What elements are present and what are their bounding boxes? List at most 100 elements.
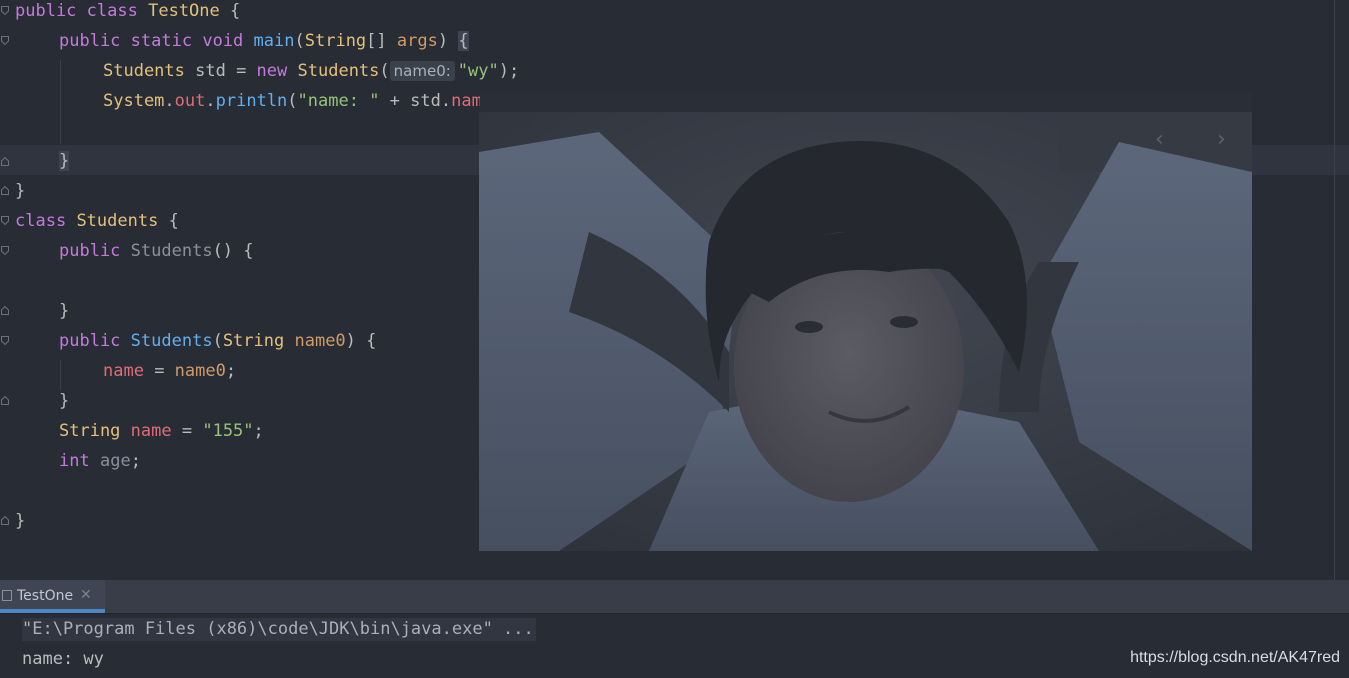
token-type: String xyxy=(304,31,367,51)
fold-gutter xyxy=(0,0,10,580)
token-keyword: class xyxy=(15,211,67,231)
code-line: public Students() { xyxy=(59,240,254,270)
token-punctuation: [] xyxy=(366,31,397,51)
token-field: out xyxy=(174,91,206,111)
run-tab-bar: TestOne ✕ xyxy=(0,580,1349,614)
fold-end-icon[interactable] xyxy=(1,516,9,525)
active-tab-indicator xyxy=(0,609,105,613)
token-punctuation: { xyxy=(219,1,241,21)
token-parameter: args xyxy=(396,31,438,51)
indent-guide xyxy=(60,60,61,144)
photo-illustration xyxy=(479,112,1252,551)
token-parameter: name0 xyxy=(294,331,346,351)
token-keyword: public xyxy=(59,241,121,261)
token-keyword: int xyxy=(59,451,90,471)
token-method-name: main xyxy=(253,31,295,51)
code-line: int age; xyxy=(59,450,141,480)
token-string: "wy" xyxy=(457,61,499,81)
token-keyword: void xyxy=(202,31,244,51)
token-punctuation: ( xyxy=(212,331,223,351)
fold-end-icon[interactable] xyxy=(1,157,9,166)
token-unused-field: age xyxy=(99,451,131,471)
code-line: } xyxy=(15,510,25,540)
fold-marker-icon[interactable] xyxy=(1,6,9,15)
token-punctuation: } xyxy=(59,301,70,321)
token-punctuation: ( xyxy=(287,91,298,111)
token-punctuation: } xyxy=(59,391,70,411)
indent-guide xyxy=(60,360,61,390)
token-punctuation: . xyxy=(164,91,175,111)
matched-brace: { xyxy=(458,31,469,51)
token-punctuation: ; xyxy=(225,361,237,381)
token-class-name: TestOne xyxy=(148,1,220,21)
fold-end-icon[interactable] xyxy=(1,396,9,405)
token-keyword: public xyxy=(15,1,77,21)
token-punctuation: } xyxy=(15,511,26,531)
token-punctuation: . xyxy=(205,91,216,111)
code-line: public Students(String name0) { xyxy=(59,330,376,360)
code-line: Students std = new Students(name0: "wy"); xyxy=(103,60,519,90)
token-punctuation: ( xyxy=(294,31,305,51)
token-keyword: public xyxy=(59,331,121,351)
code-line: } xyxy=(15,180,25,210)
token-punctuation: ; xyxy=(253,421,264,441)
code-line: } xyxy=(59,300,69,330)
console-command-line: "E:\Program Files (x86)\code\JDK\bin\jav… xyxy=(22,618,536,641)
token-punctuation: () { xyxy=(212,241,254,261)
token-string: "155" xyxy=(202,421,254,441)
fold-marker-icon[interactable] xyxy=(1,36,9,45)
console-icon xyxy=(2,590,12,601)
fold-end-icon[interactable] xyxy=(1,186,9,195)
token-text: = xyxy=(143,361,175,381)
token-field: name xyxy=(103,361,144,381)
fold-marker-icon[interactable] xyxy=(1,216,9,225)
photo-frame-top xyxy=(480,92,1252,112)
token-class-name: Students xyxy=(76,211,159,231)
code-line: class Students { xyxy=(15,210,179,240)
token-punctuation: ( xyxy=(379,61,390,81)
token-punctuation: ) xyxy=(437,31,459,51)
token-punctuation: ; xyxy=(130,451,141,471)
watermark-text: https://blog.csdn.net/AK47red xyxy=(1130,649,1340,666)
token-keyword: static xyxy=(130,31,193,51)
token-class-name: Students xyxy=(103,61,185,81)
fold-marker-icon[interactable] xyxy=(1,336,9,345)
console-output-line: name: wy xyxy=(22,649,104,669)
parameter-hint: name0: xyxy=(389,61,455,81)
token-punctuation: { xyxy=(158,211,179,231)
token-type: String xyxy=(222,331,285,351)
token-string: "name: " xyxy=(297,91,380,111)
token-text: + std. xyxy=(379,91,452,111)
token-parameter: name0 xyxy=(174,361,226,381)
fold-end-icon[interactable] xyxy=(1,306,9,315)
token-text: std = xyxy=(184,61,257,81)
code-line: System.out.println("name: " + std.name); xyxy=(103,90,513,120)
token-keyword: public xyxy=(59,31,121,51)
editor-right-margin xyxy=(1334,0,1335,580)
code-line: } xyxy=(59,390,69,420)
token-unused-constructor: Students xyxy=(130,241,213,261)
token-method-name: Students xyxy=(130,331,213,351)
code-line: public static void main(String[] args) { xyxy=(59,30,469,60)
photo-next-arrow-icon[interactable]: › xyxy=(1217,127,1226,152)
token-class-name: Students xyxy=(297,61,380,81)
close-icon[interactable]: ✕ xyxy=(80,587,92,603)
tab-label: TestOne xyxy=(17,588,74,604)
token-keyword: class xyxy=(86,1,138,21)
token-type: String xyxy=(59,421,121,441)
background-photo xyxy=(479,112,1252,551)
token-method-name: println xyxy=(215,91,288,111)
token-keyword: new xyxy=(256,61,288,81)
code-line: name = name0; xyxy=(103,360,236,390)
photo-prev-arrow-icon[interactable]: ‹ xyxy=(1155,127,1164,152)
matched-brace: } xyxy=(59,151,70,171)
token-punctuation: } xyxy=(15,181,26,201)
code-line: public class TestOne { xyxy=(15,0,240,30)
token-punctuation: ); xyxy=(498,61,520,81)
token-text: = xyxy=(171,421,203,441)
fold-marker-icon[interactable] xyxy=(1,246,9,255)
tab-testone[interactable]: TestOne ✕ xyxy=(0,580,105,613)
token-field: name xyxy=(130,421,172,441)
token-punctuation: ) { xyxy=(345,331,377,351)
code-line: String name = "155"; xyxy=(59,420,264,450)
